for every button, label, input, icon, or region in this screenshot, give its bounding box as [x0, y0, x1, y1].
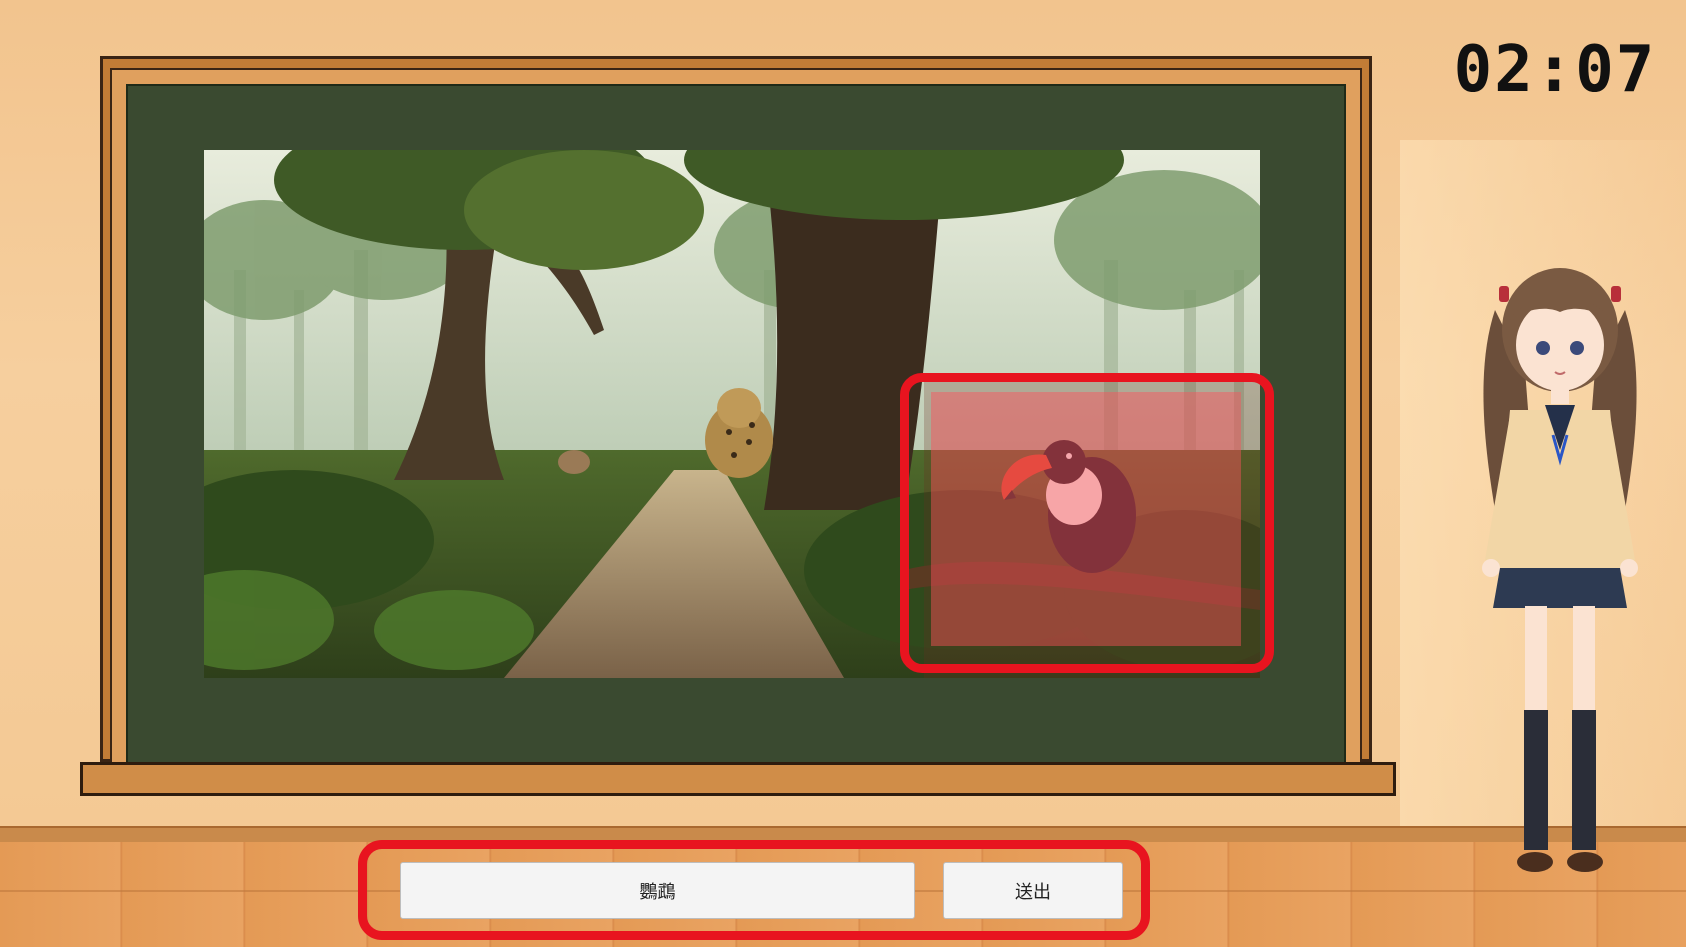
submit-button[interactable]: 送出: [943, 862, 1123, 919]
target-highlight-box: [900, 373, 1274, 673]
anime-schoolgirl-character: [1455, 250, 1665, 920]
answer-input[interactable]: [400, 862, 915, 919]
chalk-ledge: [80, 762, 1396, 796]
highlight-overlay: [931, 392, 1241, 646]
countdown-timer: 02:07: [1453, 33, 1657, 107]
